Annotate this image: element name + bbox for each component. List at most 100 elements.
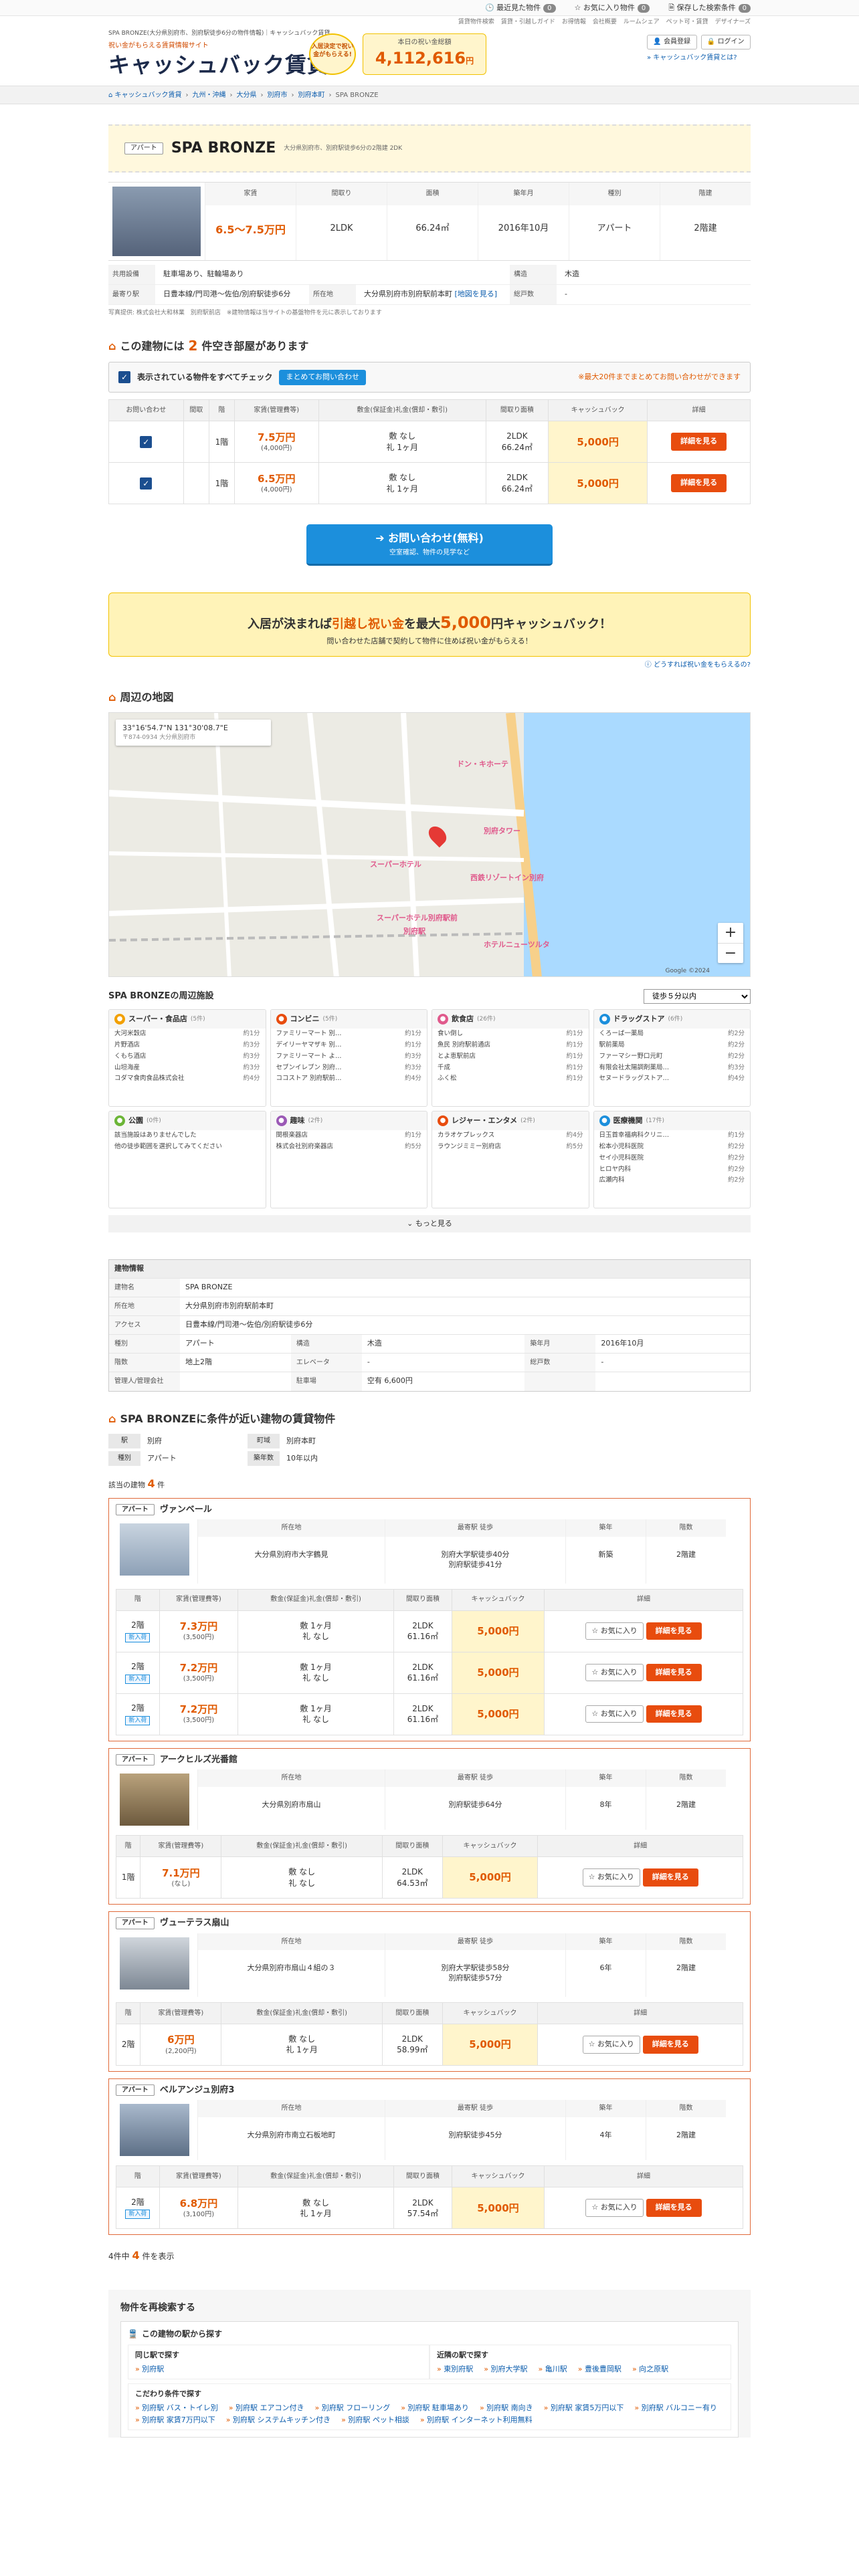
inquiry-button[interactable]: ➔ お問い合わせ(無料) 空室確認、物件の見学など bbox=[306, 524, 553, 566]
facility-item[interactable]: 関根楽器店 約1分 bbox=[271, 1130, 427, 1142]
facility-item[interactable]: 駅前薬局 約2分 bbox=[594, 1040, 751, 1051]
condition-link[interactable]: 別府駅 ペット相談 bbox=[341, 2416, 409, 2426]
facility-item[interactable]: 松本小児科医院 約2分 bbox=[594, 1142, 751, 1153]
facility-item[interactable]: セブンイレブン 別府… 約3分 bbox=[271, 1063, 427, 1074]
facility-item[interactable]: セヌードラッグストア… 約4分 bbox=[594, 1073, 751, 1085]
facility-item[interactable]: ラウンジミミー別府店 約5分 bbox=[432, 1142, 589, 1153]
card-name[interactable]: ヴューテラス扇山 bbox=[160, 1917, 229, 1929]
walk-range-select[interactable]: 徒歩５分以内 bbox=[644, 989, 751, 1004]
detail-button[interactable]: 詳細を見る bbox=[646, 2199, 702, 2218]
mini-link[interactable]: ペット可・賃貸 bbox=[666, 18, 708, 26]
favorite-button[interactable]: ☆ お気に入り bbox=[582, 2035, 640, 2054]
station-link[interactable]: 豊後豊岡駅 bbox=[578, 2365, 622, 2375]
floorplan-cell[interactable] bbox=[183, 462, 210, 505]
saved-search-link[interactable]: 🗎 保存した検索条件 0 bbox=[668, 3, 751, 13]
facility-item[interactable]: 片野酒店 約3分 bbox=[109, 1040, 266, 1051]
facility-item[interactable]: 株式会社別府楽器店 約5分 bbox=[271, 1142, 427, 1153]
mini-link[interactable]: デザイナーズ bbox=[715, 18, 751, 26]
breadcrumb-item[interactable]: 大分県 bbox=[237, 91, 257, 100]
facility-item[interactable]: 魚民 別府駅前通店 約1分 bbox=[432, 1040, 589, 1051]
about-link[interactable]: » キャッシュバック賃貸とは? bbox=[647, 53, 751, 63]
facility-item[interactable]: 広瀬内科 約2分 bbox=[594, 1175, 751, 1186]
detail-button[interactable]: 詳細を見る bbox=[646, 1705, 702, 1723]
favorite-button[interactable]: ☆ お気に入り bbox=[585, 1705, 644, 1723]
breadcrumb-item[interactable]: 別府市 bbox=[268, 91, 288, 100]
more-nearby-button[interactable]: ⌄ もっと見る bbox=[108, 1215, 751, 1233]
condition-link[interactable]: 別府駅 フローリング bbox=[314, 2403, 391, 2413]
facility-item[interactable]: 食い倒し 約1分 bbox=[432, 1029, 589, 1040]
room-checkbox[interactable]: ✓ bbox=[140, 477, 153, 490]
facility-item[interactable]: 該当施設はありませんでした bbox=[109, 1130, 266, 1142]
card-photo[interactable] bbox=[120, 1523, 189, 1576]
favorite-button[interactable]: ☆ お気に入り bbox=[585, 2199, 644, 2218]
zoom-out-button[interactable]: − bbox=[718, 942, 743, 964]
floorplan-cell[interactable] bbox=[183, 421, 210, 463]
login-button[interactable]: 🔒 ログイン bbox=[700, 35, 751, 49]
condition-link[interactable]: 別府駅 家賃7万円以下 bbox=[135, 2416, 215, 2426]
detail-button[interactable]: 詳細を見る bbox=[646, 1622, 702, 1640]
facility-item[interactable]: セイ小児科医院 約2分 bbox=[594, 1153, 751, 1164]
facility-item[interactable]: ヒロヤ内科 約2分 bbox=[594, 1164, 751, 1176]
station-link[interactable]: 亀川駅 bbox=[538, 2365, 567, 2375]
facility-item[interactable]: ファーマシー野口元町 約2分 bbox=[594, 1051, 751, 1063]
area-map[interactable]: 33°16'54.7"N 131°30'08.7"E 〒874-0934 大分県別… bbox=[108, 712, 751, 978]
condition-link[interactable]: 別府駅 バルコニー有り bbox=[634, 2403, 717, 2413]
card-photo[interactable] bbox=[120, 1937, 189, 1990]
mini-link[interactable]: 会社概要 bbox=[593, 18, 617, 26]
station-link[interactable]: 向之原駅 bbox=[632, 2365, 668, 2375]
facility-item[interactable]: とよ恵駅前店 約1分 bbox=[432, 1051, 589, 1063]
condition-link[interactable]: 別府駅 駐車場あり bbox=[401, 2403, 469, 2413]
breadcrumb-item[interactable]: 別府本町 bbox=[298, 91, 325, 100]
facility-item[interactable]: 有限会社太陽調剤薬局… 約3分 bbox=[594, 1063, 751, 1074]
breadcrumb-item[interactable]: 九州・沖縄 bbox=[193, 91, 226, 100]
favorite-button[interactable]: ☆ お気に入り bbox=[585, 1622, 644, 1640]
card-name[interactable]: ベルアンジュ別府3 bbox=[160, 2084, 235, 2097]
facility-item[interactable]: 千成 約1分 bbox=[432, 1063, 589, 1074]
condition-link[interactable]: 別府駅 インターネット利用無料 bbox=[420, 2416, 533, 2426]
zoom-in-button[interactable]: + bbox=[718, 923, 743, 943]
detail-button[interactable]: 詳細を見る bbox=[642, 1868, 698, 1887]
facility-item[interactable]: ファミリーマート 別… 約1分 bbox=[271, 1029, 427, 1040]
facility-item[interactable]: ふく松 約1分 bbox=[432, 1073, 589, 1085]
mini-link[interactable]: 賃貸・引越しガイド bbox=[501, 18, 555, 26]
favorite-button[interactable]: ☆ お気に入り bbox=[582, 1868, 640, 1887]
card-photo[interactable] bbox=[120, 1774, 189, 1826]
card-name[interactable]: ヴァンベール bbox=[160, 1504, 212, 1516]
facility-item[interactable]: コダマ食肉食品株式会社 約4分 bbox=[109, 1073, 266, 1085]
favorite-button[interactable]: ☆ お気に入り bbox=[585, 1663, 644, 1682]
site-logo[interactable]: キャッシュバック賃貸 bbox=[108, 51, 329, 80]
facility-item[interactable]: デイリーヤマザキ 別… 約1分 bbox=[271, 1040, 427, 1051]
facility-item[interactable]: 他の徒歩範囲を選択してみてください bbox=[109, 1142, 266, 1153]
bulk-inquiry-button[interactable]: まとめてお問い合わせ bbox=[279, 369, 366, 385]
mini-link[interactable]: 賃貸物件検索 bbox=[458, 18, 494, 26]
station-link[interactable]: 別府大学駅 bbox=[484, 2365, 527, 2375]
condition-link[interactable]: 別府駅 バス・トイレ別 bbox=[135, 2403, 218, 2413]
detail-button[interactable]: 詳細を見る bbox=[642, 2035, 698, 2054]
condition-link[interactable]: 別府駅 南向き bbox=[480, 2403, 533, 2413]
mini-link[interactable]: ルームシェア bbox=[624, 18, 660, 26]
facility-item[interactable]: カラオケプレックス 約4分 bbox=[432, 1130, 589, 1142]
cashback-help-link[interactable]: ⓘ どうすれば祝い金をもらえるの? bbox=[108, 661, 751, 670]
recent-link[interactable]: 🕒 最近見た物件 0 bbox=[485, 3, 556, 13]
detail-button[interactable]: 詳細を見る bbox=[671, 433, 727, 451]
mini-link[interactable]: お得情報 bbox=[562, 18, 586, 26]
detail-button[interactable]: 詳細を見る bbox=[671, 474, 727, 493]
card-name[interactable]: アークヒルズ光番館 bbox=[160, 1754, 237, 1766]
breadcrumb-item[interactable]: ⌂ キャッシュバック賃貸 bbox=[108, 91, 182, 100]
detail-button[interactable]: 詳細を見る bbox=[646, 1663, 702, 1682]
condition-link[interactable]: 別府駅 システムキッチン付き bbox=[226, 2416, 330, 2426]
station-link[interactable]: 別府駅 bbox=[135, 2365, 164, 2375]
facility-item[interactable]: 山坦海産 約3分 bbox=[109, 1063, 266, 1074]
facility-item[interactable]: ココストア 別府駅前… 約4分 bbox=[271, 1073, 427, 1085]
facility-item[interactable]: くろーば一薬局 約2分 bbox=[594, 1029, 751, 1040]
check-all-checkbox[interactable]: ✓ bbox=[118, 371, 130, 384]
room-checkbox[interactable]: ✓ bbox=[140, 435, 153, 448]
card-photo[interactable] bbox=[120, 2104, 189, 2157]
condition-link[interactable]: 別府駅 エアコン付き bbox=[229, 2403, 304, 2413]
favorites-link[interactable]: ☆ お気に入り物件 0 bbox=[575, 3, 650, 13]
facility-item[interactable]: 大河米穀店 約1分 bbox=[109, 1029, 266, 1040]
facility-item[interactable]: 日玉首幸福病科クリニ… 約1分 bbox=[594, 1130, 751, 1142]
member-register-button[interactable]: 👤 会員登録 bbox=[647, 35, 697, 49]
facility-item[interactable]: ファミリーマート よ… 約3分 bbox=[271, 1051, 427, 1063]
condition-link[interactable]: 別府駅 家賃5万円以下 bbox=[544, 2403, 624, 2413]
